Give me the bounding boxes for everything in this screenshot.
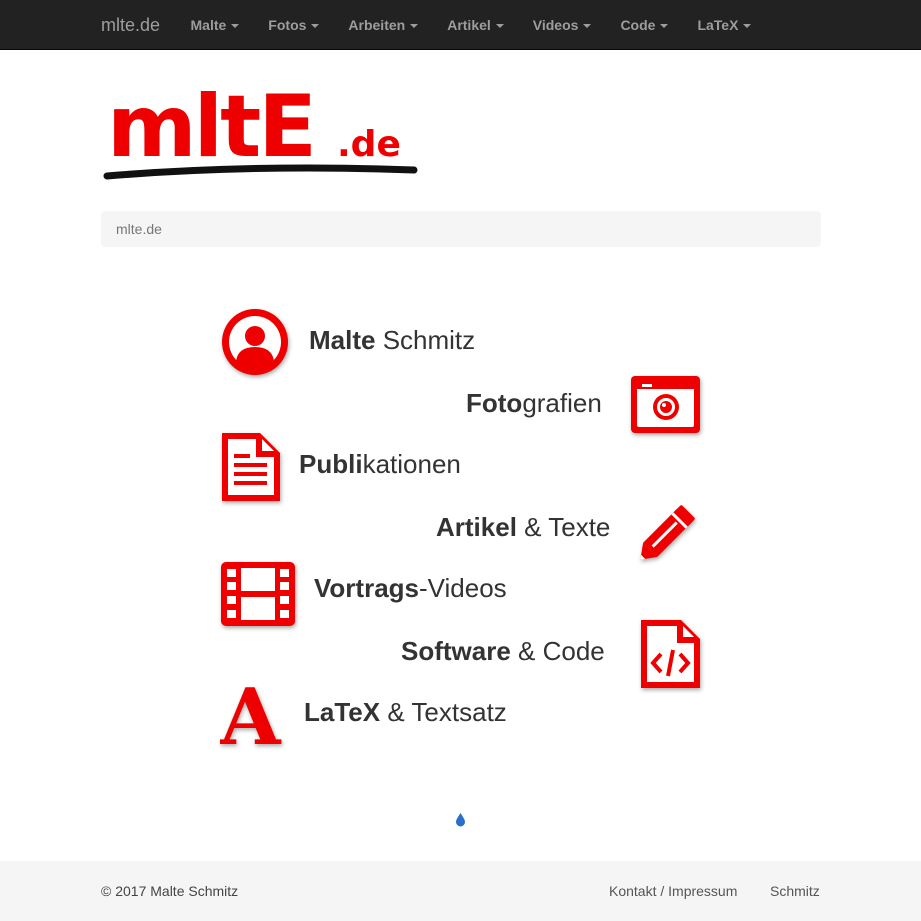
code-file-icon (639, 618, 702, 690)
caret-down-icon (743, 24, 752, 29)
footer: © 2017 Malte Schmitz Kontakt / Impressum… (0, 861, 921, 921)
entry-label: Publikationen (299, 449, 461, 479)
entry-label: Malte Schmitz (309, 325, 476, 355)
caret-down-icon (660, 24, 669, 29)
nav-item-label: Artikel (447, 17, 491, 33)
user-circle-icon (220, 307, 292, 379)
entry-label: LaTeX & Textsatz (304, 697, 507, 727)
entry-publikationen[interactable]: Publikationen (220, 431, 500, 501)
caret-down-icon (495, 24, 504, 29)
entry-software-code[interactable]: Software & Code (395, 618, 702, 688)
nav-item-latex[interactable]: LaTeX (683, 0, 766, 50)
svg-text:.de: .de (337, 124, 401, 165)
camera-icon (630, 373, 702, 437)
nav-item-malte[interactable]: Malte (176, 0, 254, 50)
footer-link-schmitz[interactable]: Schmitz (770, 861, 820, 921)
caret-down-icon (583, 24, 592, 29)
top-navbar: mlte.de Malte Fotos Arbeiten Artikel Vid… (0, 0, 921, 50)
site-logo[interactable]: mltE .de (103, 76, 419, 186)
breadcrumb-current: mlte.de (116, 221, 162, 237)
footer-link-kontakt[interactable]: Kontakt / Impressum (609, 861, 737, 921)
nav-item-label: Malte (190, 17, 227, 33)
nav-item-label: Code (620, 17, 656, 33)
nav-item-label: Fotos (268, 17, 307, 33)
entry-label: Software & Code (401, 636, 605, 666)
entry-label: Vortrags-Videos (314, 573, 507, 603)
film-icon (220, 560, 296, 628)
nav-item-code[interactable]: Code (606, 0, 683, 50)
entry-latex-textsatz[interactable]: A LaTeX & Textsatz (220, 682, 530, 752)
navbar-brand[interactable]: mlte.de (101, 0, 160, 50)
nav-item-videos[interactable]: Videos (518, 0, 606, 50)
document-icon (220, 431, 282, 503)
nav-menu: Malte Fotos Arbeiten Artikel Videos Code… (176, 0, 766, 50)
svg-text:A: A (220, 682, 282, 750)
entry-label: Artikel & Texte (436, 512, 611, 542)
breadcrumb: mlte.de (101, 211, 821, 247)
caret-down-icon (311, 24, 320, 29)
nav-item-arbeiten[interactable]: Arbeiten (334, 0, 433, 50)
caret-down-icon (410, 24, 419, 29)
pencil-icon (638, 499, 702, 561)
nav-item-fotos[interactable]: Fotos (254, 0, 334, 50)
entry-malte-schmitz[interactable]: Malte Schmitz (220, 307, 520, 377)
nav-item-label: Videos (532, 17, 579, 33)
nav-item-artikel[interactable]: Artikel (433, 0, 519, 50)
footer-copyright: © 2017 Malte Schmitz (101, 883, 239, 899)
entry-artikel-texte[interactable]: Artikel & Texte (430, 497, 702, 567)
caret-down-icon (231, 24, 240, 29)
entry-label: Fotografien (466, 388, 602, 418)
svg-text:mltE: mltE (107, 77, 314, 177)
latex-a-icon: A (220, 682, 290, 750)
nav-item-label: LaTeX (697, 17, 739, 33)
water-drop-icon (455, 813, 466, 832)
nav-item-label: Arbeiten (348, 17, 406, 33)
